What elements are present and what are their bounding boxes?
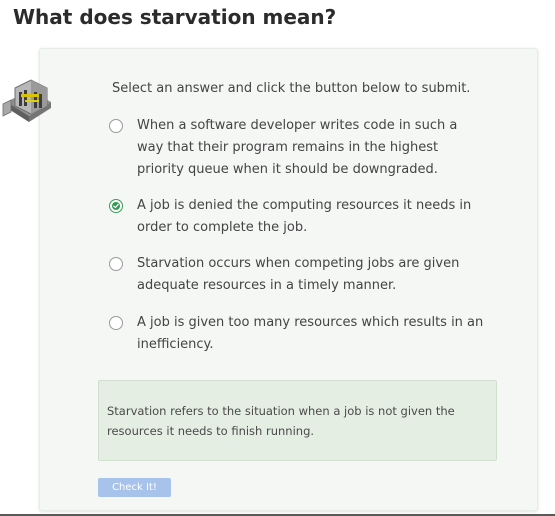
feedback-text: Starvation refers to the situation when … bbox=[107, 404, 455, 438]
question-title: What does starvation mean? bbox=[13, 5, 337, 29]
feedback-box: Starvation refers to the situation when … bbox=[98, 380, 497, 461]
radio-button-selected[interactable] bbox=[109, 199, 123, 213]
answer-option-label: A job is denied the computing resources … bbox=[137, 198, 472, 235]
checkmark-icon bbox=[113, 203, 119, 209]
answer-option-label: A job is given too many resources which … bbox=[137, 315, 484, 352]
quiz-page: What does starvation mean? Select an ans… bbox=[0, 0, 555, 516]
activity-machine-icon bbox=[2, 79, 51, 122]
check-it-button[interactable]: Check It! bbox=[98, 478, 171, 497]
instructions-text: Select an answer and click the button be… bbox=[112, 81, 471, 96]
answer-option-label: When a software developer writes code in… bbox=[137, 118, 458, 177]
radio-button[interactable] bbox=[109, 119, 123, 133]
radio-button[interactable] bbox=[109, 316, 123, 330]
answer-option-label: Starvation occurs when competing jobs ar… bbox=[137, 256, 460, 293]
radio-button[interactable] bbox=[109, 257, 123, 271]
